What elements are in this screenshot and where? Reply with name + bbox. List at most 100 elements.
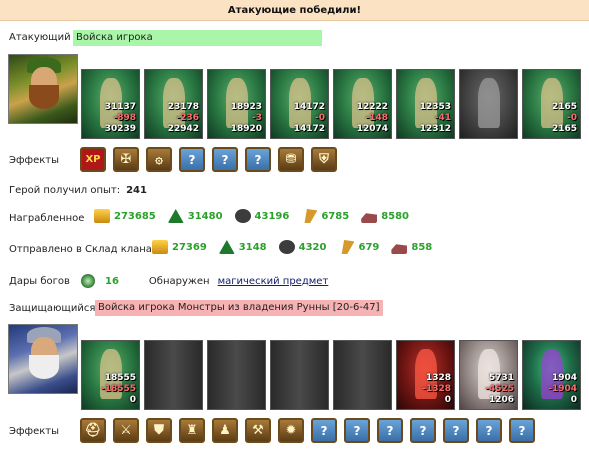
unit-slot[interactable] [459, 69, 518, 139]
attacker-effects-label: Эффекты [9, 155, 59, 166]
unit-slot[interactable] [207, 340, 266, 410]
castle-icon[interactable]: ♜ [179, 418, 205, 443]
unit-losses: -1904 [548, 384, 577, 394]
gifts-row: Дары богов 16 Обнаружен магический предм… [9, 274, 328, 288]
shield-crest-icon[interactable]: ✠ [113, 147, 139, 172]
defender-effects-label: Эффекты [9, 426, 59, 437]
unit-slot[interactable] [270, 340, 329, 410]
unit-remaining: 0 [570, 395, 577, 405]
unit-losses: -236 [176, 113, 199, 123]
unit-slot[interactable] [333, 340, 392, 410]
unit-figure [352, 349, 374, 399]
unit-losses: -4525 [485, 384, 514, 394]
clan-storage-label: Отправлено в Склад клана [9, 244, 152, 255]
clan-storage-resources: 27369 3148 4320 679 858 [152, 240, 444, 254]
unit-losses: -1328 [422, 384, 451, 394]
unit-quantity: 18923 [230, 102, 262, 112]
unit-remaining: 12074 [356, 124, 388, 134]
unit-slot[interactable]: 18555 -18555 0 [81, 340, 140, 410]
unit-slot[interactable]: 18923 -3 18920 [207, 69, 266, 139]
resource-stone: 858 [391, 240, 432, 254]
unknown-effect-icon[interactable]: ? [245, 147, 271, 172]
unknown-effect-icon[interactable]: ? [311, 418, 337, 443]
resource-value: 31480 [187, 210, 223, 222]
unknown-effect-icon[interactable]: ? [212, 147, 238, 172]
unit-quantity: 1328 [425, 373, 451, 383]
figures-icon[interactable]: ♟ [212, 418, 238, 443]
unit-figure [478, 78, 500, 128]
attacker-label: Атакующий [9, 32, 71, 43]
crossed-swords-icon[interactable]: ⚔ [113, 418, 139, 443]
attacker-effects: XP ✠ ۞??? ⛃ ⛨ [80, 147, 337, 172]
unit-remaining: 30239 [104, 124, 136, 134]
unit-slot[interactable]: 12222 -148 12074 [333, 69, 392, 139]
spiral-icon[interactable]: ۞ [146, 147, 172, 172]
unknown-effect-icon[interactable]: ? [344, 418, 370, 443]
gold-icon [152, 240, 168, 254]
magic-item-link[interactable]: магический предмет [218, 276, 329, 287]
unit-slot[interactable]: 31137 -898 30239 [81, 69, 140, 139]
unknown-effect-icon[interactable]: ? [377, 418, 403, 443]
unit-quantity: 5731 [488, 373, 514, 383]
unit-quantity: 2165 [551, 102, 577, 112]
unit-slot[interactable]: 1328 -1328 0 [396, 340, 455, 410]
unit-losses: -41 [434, 113, 451, 123]
unit-losses: -898 [113, 113, 136, 123]
unit-slot[interactable] [144, 340, 203, 410]
unit-slot[interactable]: 1904 -1904 0 [522, 340, 581, 410]
grain-icon [341, 240, 355, 254]
unit-figure [226, 349, 248, 399]
unknown-effect-icon[interactable]: ? [410, 418, 436, 443]
unit-remaining: 1206 [488, 395, 514, 405]
unit-slot[interactable]: 23178 -236 22942 [144, 69, 203, 139]
coins-icon[interactable]: ⛃ [278, 147, 304, 172]
resource-value: 3148 [238, 241, 267, 253]
defender-effects: ⛑ ⚔ ⛊ ♜ ♟ ⚒ ✹??????? [80, 418, 535, 443]
unknown-effect-icon[interactable]: ? [179, 147, 205, 172]
defender-hero-portrait[interactable] [8, 324, 78, 394]
unknown-effect-icon[interactable]: ? [509, 418, 535, 443]
armor-icon[interactable]: ⛨ [311, 147, 337, 172]
stone-icon [391, 244, 408, 254]
resource-gold: 27369 [152, 240, 207, 254]
experience-label: Герой получил опыт: [9, 185, 121, 196]
stone-icon [361, 213, 378, 223]
resource-gold: 273685 [94, 209, 156, 223]
gifts-value: 16 [105, 275, 119, 287]
flame-icon[interactable]: ✹ [278, 418, 304, 443]
hero-beard [29, 85, 59, 109]
unit-remaining: 12312 [419, 124, 451, 134]
unit-quantity: 1904 [551, 373, 577, 383]
axes-icon[interactable]: ⚒ [245, 418, 271, 443]
shield-icon[interactable]: ⛊ [146, 418, 172, 443]
experience-row: Герой получил опыт: 241 [9, 185, 147, 196]
resource-value: 6785 [321, 210, 350, 222]
unit-slot[interactable]: 14172 -0 14172 [270, 69, 329, 139]
unit-losses: -0 [315, 113, 325, 123]
ore-icon [234, 209, 251, 223]
found-label: Обнаружен [148, 275, 210, 287]
attacker-hero-portrait[interactable] [8, 54, 78, 124]
unit-slot[interactable]: 2165 -0 2165 [522, 69, 581, 139]
resource-value: 8580 [381, 210, 410, 222]
experience-value: 241 [126, 185, 147, 196]
resource-grain: 6785 [301, 209, 349, 223]
unit-quantity: 31137 [104, 102, 136, 112]
unit-slot[interactable]: 12353 -41 12312 [396, 69, 455, 139]
xp-icon[interactable]: XP [80, 147, 106, 172]
unknown-effect-icon[interactable]: ? [476, 418, 502, 443]
unit-losses: -148 [365, 113, 388, 123]
unit-remaining: 0 [444, 395, 451, 405]
unknown-effect-icon[interactable]: ? [443, 418, 469, 443]
unit-remaining: 22942 [167, 124, 199, 134]
gem-icon [81, 274, 95, 288]
unit-remaining: 0 [129, 395, 136, 405]
unit-slot[interactable]: 5731 -4525 1206 [459, 340, 518, 410]
unit-losses: -3 [252, 113, 262, 123]
unit-losses: -18555 [100, 384, 136, 394]
helmet-icon[interactable]: ⛑ [80, 418, 106, 443]
gold-icon [94, 209, 110, 223]
resource-stone: 8580 [361, 209, 409, 223]
resource-grain: 679 [338, 240, 379, 254]
resource-value: 858 [411, 241, 433, 253]
